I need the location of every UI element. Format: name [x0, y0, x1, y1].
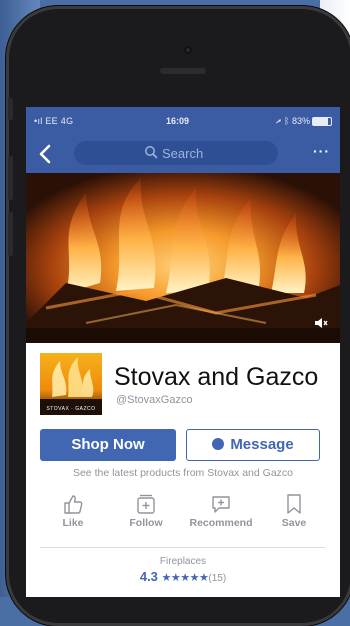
location-icon: ➚: [276, 116, 282, 126]
message-button-label: Message: [230, 436, 294, 453]
front-camera: [184, 46, 192, 54]
battery-icon: [312, 117, 332, 126]
battery-percent: 83%: [291, 116, 310, 126]
status-bar: •ıl EE 4G 16:09 ➚ ᛒ 83%: [26, 107, 340, 135]
chevron-left-icon: [39, 144, 51, 164]
bookmark-icon: [287, 494, 301, 514]
carrier-label: EE 4G: [45, 116, 74, 126]
logo-wordmark: STOVAX · GAZCO: [46, 406, 96, 412]
phone-screen: •ıl EE 4G 16:09 ➚ ᛒ 83% Search ··· STOVA…: [26, 107, 340, 597]
earpiece-speaker: [160, 68, 206, 74]
ringer-switch: [8, 98, 13, 120]
page-title: Stovax and Gazco: [114, 363, 319, 391]
profile-picture[interactable]: STOVAX · GAZCO: [40, 353, 102, 415]
more-options-button[interactable]: ···: [313, 143, 330, 159]
recommend-icon: [212, 496, 230, 513]
nav-bar: Search ···: [26, 135, 340, 173]
follow-label: Follow: [129, 517, 163, 529]
save-label: Save: [281, 517, 307, 529]
speaker-muted-icon: [315, 318, 328, 328]
like-action[interactable]: Like: [44, 487, 102, 537]
rating-count: (15): [208, 573, 227, 584]
section-divider: [40, 547, 326, 548]
search-input[interactable]: Search: [74, 141, 278, 165]
bluetooth-icon: ᛒ: [284, 116, 290, 126]
mute-icon[interactable]: [314, 317, 328, 332]
page-category: Fireplaces: [159, 556, 207, 567]
follow-action[interactable]: Follow: [116, 487, 176, 537]
volume-up-button: [8, 156, 13, 200]
volume-down-button: [8, 212, 13, 256]
thumbs-up-icon: [64, 495, 83, 514]
cover-video[interactable]: [26, 173, 340, 343]
search-placeholder: Search: [162, 146, 204, 161]
like-label: Like: [62, 517, 84, 529]
shop-now-button[interactable]: Shop Now: [40, 429, 176, 461]
status-time: 16:09: [166, 116, 190, 126]
fireplace-video-frame: [26, 173, 340, 343]
recommend-label: Recommend: [189, 517, 253, 529]
messenger-icon: [212, 437, 225, 450]
back-button[interactable]: [38, 141, 60, 165]
page-handle: @StovaxGazco: [116, 394, 193, 406]
page-tagline: See the latest products from Stovax and …: [72, 467, 294, 479]
carrier-signal: •ıl EE 4G: [34, 116, 73, 126]
action-bar: Like Follow Recommend Save: [26, 487, 340, 537]
battery-fill: [313, 118, 328, 125]
status-right: ➚ ᛒ 83%: [276, 116, 310, 126]
rating-stars: ★★★★★: [161, 572, 209, 584]
save-action[interactable]: Save: [266, 487, 322, 537]
message-button[interactable]: Message: [186, 429, 320, 461]
recommend-action[interactable]: Recommend: [178, 487, 264, 537]
follow-icon: [137, 494, 155, 514]
signal-icon: •ıl: [34, 116, 46, 126]
rating-value: 4.3: [139, 569, 158, 584]
search-icon: [145, 146, 158, 159]
rating-summary[interactable]: 4.3 ★★★★★(15): [26, 569, 340, 584]
